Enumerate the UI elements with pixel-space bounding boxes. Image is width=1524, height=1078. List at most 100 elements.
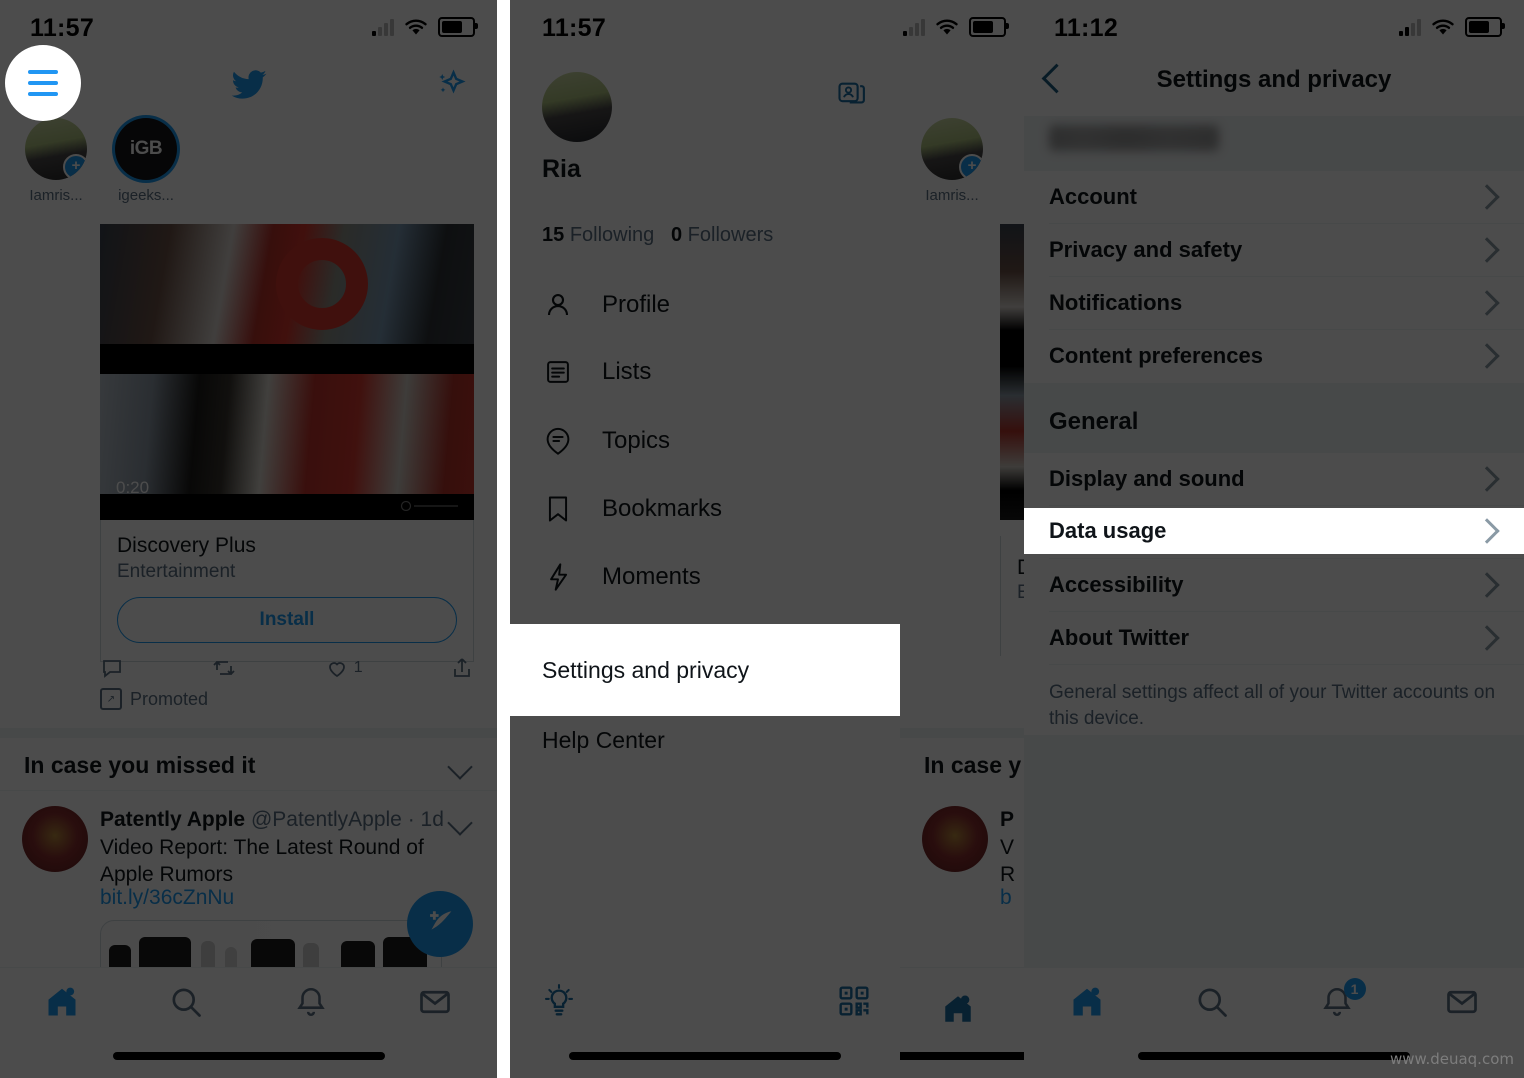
- sidebar-item-notifications[interactable]: [249, 984, 373, 1020]
- tweet-author-name: Patently Apple: [100, 808, 246, 831]
- tab-list: [0, 984, 497, 1020]
- settings-and-privacy-label: Settings and privacy: [542, 657, 750, 683]
- sliver-card: D E: [1000, 536, 1024, 656]
- home-icon: [945, 995, 971, 1022]
- sliver-status-icons: [903, 17, 1009, 37]
- tweet-more-chevron-icon[interactable]: [447, 810, 473, 836]
- wifi-icon: [936, 19, 958, 35]
- data-usage-label: Data usage: [1049, 518, 1167, 543]
- envelope-icon: [1446, 990, 1477, 1014]
- tweet-link[interactable]: bit.ly/36cZnNu: [100, 886, 234, 910]
- home-icon: [1073, 987, 1100, 1016]
- icymi-header: In case you missed it: [24, 752, 256, 778]
- twitter-bird-icon: [227, 66, 271, 109]
- settings-row-content-preferences[interactable]: Content preferences: [1024, 330, 1524, 383]
- side-drawer: 11:57 Ria 15 Following 0 Followers Profi…: [510, 0, 900, 1078]
- sidebar-item-messages[interactable]: [1399, 984, 1524, 1025]
- sliver-feed: + Iamris... D E In case y P VR b: [900, 0, 1024, 1078]
- following-label[interactable]: Following: [570, 224, 654, 246]
- drawer-item-lists[interactable]: Lists: [542, 358, 651, 386]
- chevron-right-icon: [1474, 343, 1500, 369]
- sidebar-item-search[interactable]: [1149, 984, 1274, 1025]
- lightbulb-icon[interactable]: [542, 983, 576, 1024]
- qrcode-icon[interactable]: [838, 985, 870, 1022]
- avatar[interactable]: [542, 72, 612, 142]
- sliver-fleets: + Iamris...: [900, 118, 1024, 218]
- promoted-label: Promoted: [130, 688, 209, 709]
- settings-row-privacy-and-safety[interactable]: Privacy and safety: [1024, 224, 1524, 277]
- tweet-avatar[interactable]: [22, 806, 88, 872]
- settings-row-label: Privacy and safety: [1049, 237, 1243, 262]
- like-count: 1: [353, 659, 363, 676]
- sliver-tweet-name: P: [1000, 808, 1015, 831]
- add-fleet-icon[interactable]: +: [63, 154, 87, 180]
- home-indicator: [112, 1052, 385, 1060]
- status-icons: [1399, 17, 1505, 37]
- followers-label[interactable]: Followers: [688, 224, 774, 246]
- sidebar-item-search[interactable]: [124, 984, 248, 1020]
- settings-header: Settings and privacy: [1024, 56, 1524, 116]
- hamburger-menu-button[interactable]: [5, 45, 81, 121]
- share-button[interactable]: [450, 656, 474, 680]
- drawer-item-label: Lists: [602, 358, 652, 385]
- sidebar-item-messages[interactable]: [373, 984, 497, 1020]
- wifi-icon: [405, 19, 427, 35]
- fleets-row: + Iamris... iGB igeeks...: [0, 118, 497, 218]
- sliver-video: [1000, 224, 1024, 520]
- data-usage-highlight[interactable]: Data usage: [1024, 508, 1524, 554]
- drawer-item-bookmarks[interactable]: Bookmarks: [542, 494, 722, 524]
- promoted-tweet-card[interactable]: 0:20 Discovery Plus Entertainment Instal…: [100, 224, 474, 662]
- status-time: 11:12: [1054, 14, 1119, 42]
- drawer-display-name: Ria: [542, 155, 581, 183]
- install-button[interactable]: Install: [117, 597, 457, 643]
- following-count: 15: [542, 224, 565, 246]
- drawer-help-label[interactable]: Help Center: [542, 727, 665, 754]
- sliver-tweet-link: b: [1000, 886, 1012, 909]
- drawer-item-profile[interactable]: Profile: [542, 290, 670, 320]
- drawer-item-label: Profile: [602, 291, 671, 318]
- battery-icon: [438, 17, 478, 37]
- settings-row-label: Account: [1049, 184, 1137, 209]
- settings-row-account[interactable]: Account: [1024, 171, 1524, 224]
- fleet-own[interactable]: + Iamris...: [8, 118, 104, 204]
- video-mute-icon[interactable]: [400, 498, 460, 512]
- chevron-down-icon[interactable]: [447, 754, 473, 780]
- like-button[interactable]: 1: [325, 656, 363, 680]
- sidebar-item-home[interactable]: [0, 984, 124, 1020]
- chevron-right-icon: [1474, 572, 1500, 598]
- sparkle-icon[interactable]: [431, 68, 467, 109]
- settings-row-display-and-sound[interactable]: Display and sound: [1024, 453, 1524, 506]
- site-watermark: www.deuaq.com: [1390, 1050, 1514, 1068]
- settings-and-privacy-highlight[interactable]: Settings and privacy: [510, 624, 900, 716]
- settings-row-about-twitter[interactable]: About Twitter: [1024, 612, 1524, 665]
- drawer-item-topics[interactable]: Topics: [542, 426, 670, 456]
- sliver-fleet-label: Iamris...: [925, 187, 979, 204]
- promoted-icon: ↗: [100, 688, 122, 710]
- search-icon: [172, 988, 202, 1017]
- sliver-tabbar: [900, 967, 1024, 1078]
- status-icons: [372, 17, 478, 37]
- compose-tweet-button[interactable]: [407, 891, 473, 957]
- promoted-video[interactable]: 0:20: [100, 224, 474, 520]
- account-switch-icon[interactable]: [836, 78, 868, 113]
- reply-button[interactable]: [100, 656, 124, 680]
- fleet-label: Iamris...: [29, 187, 83, 204]
- fleet-igeeks[interactable]: iGB igeeks...: [98, 118, 194, 204]
- settings-row-accessibility[interactable]: Accessibility: [1024, 559, 1524, 612]
- sidebar-item-home[interactable]: [1024, 984, 1149, 1025]
- topic-bubble-icon: [542, 426, 574, 456]
- panel-twitter-home: 11:57 + Iamris... iGB igeeks... 0:20 Dis…: [0, 0, 497, 1078]
- fleet-label: igeeks...: [118, 187, 174, 204]
- sliver-icymi: In case y: [924, 752, 1022, 778]
- drawer-item-moments[interactable]: Moments: [542, 562, 701, 592]
- settings-empty-area: [1024, 735, 1524, 968]
- sidebar-item-notifications[interactable]: 1: [1274, 978, 1399, 1025]
- tweet-separator: ·: [407, 808, 415, 831]
- status-bar: 11:12: [1024, 0, 1524, 56]
- settings-row-notifications[interactable]: Notifications: [1024, 277, 1524, 330]
- cellular-icon: [372, 18, 394, 36]
- envelope-icon: [420, 990, 450, 1014]
- sliver-statusbar: [900, 0, 1024, 56]
- retweet-button[interactable]: [211, 656, 237, 680]
- status-time: 11:57: [542, 14, 607, 42]
